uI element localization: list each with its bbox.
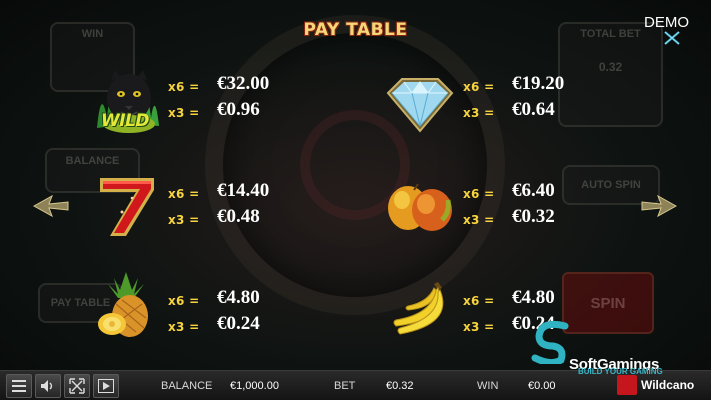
provider-name: Wildcano	[641, 378, 695, 392]
game-stage: WIN BALANCE PAY TABLE TOTAL BET 0.32 AUT…	[0, 0, 711, 372]
multiplier-label: x6 =	[463, 294, 495, 308]
multiplier-label: x3 =	[168, 320, 200, 334]
menu-button[interactable]	[6, 374, 32, 398]
payout-amount: €4.80	[512, 287, 555, 308]
seven-icon	[100, 178, 154, 236]
wild-text: WILD	[101, 111, 150, 131]
softgamings-swirl-icon	[531, 320, 569, 364]
close-icon[interactable]	[663, 31, 681, 45]
multiplier-label: x3 =	[168, 106, 200, 120]
bet-value: €0.32	[386, 380, 414, 392]
multiplier-label: x6 =	[168, 294, 200, 308]
fullscreen-icon	[69, 378, 85, 394]
win-value: €0.00	[528, 380, 556, 392]
balance-value: €1,000.00	[230, 380, 279, 392]
payout-amount: €0.24	[217, 313, 260, 334]
sound-button[interactable]	[35, 374, 61, 398]
diamond-icon	[386, 78, 454, 133]
payout-amount: €19.20	[512, 73, 565, 94]
multiplier-label: x6 =	[463, 80, 495, 94]
softgamings-logo: SoftGamings	[531, 320, 691, 372]
fullscreen-button[interactable]	[64, 374, 90, 398]
balance-label: BALANCE	[161, 380, 213, 392]
background-total-bet-value: 0.32	[598, 60, 623, 74]
pineapple-icon	[98, 272, 148, 337]
win-label: WIN	[477, 380, 499, 392]
payout-amount: €0.48	[217, 206, 260, 227]
hamburger-icon	[12, 380, 26, 392]
multiplier-label: x3 =	[463, 106, 495, 120]
video-button[interactable]	[93, 374, 119, 398]
multiplier-label: x3 =	[463, 213, 495, 227]
payout-amount: €6.40	[512, 180, 555, 201]
demo-label: DEMO	[644, 14, 689, 31]
arrow-right-icon[interactable]	[640, 193, 678, 219]
payout-amount: €14.40	[217, 180, 270, 201]
payout-amount: €4.80	[217, 287, 260, 308]
bet-label: BET	[334, 380, 356, 392]
mango-icon	[388, 183, 452, 231]
payout-amount: €32.00	[217, 73, 270, 94]
background-auto-spin-label: AUTO SPIN	[581, 179, 641, 191]
banana-icon	[393, 282, 444, 335]
background-spin-label: SPIN	[590, 294, 626, 312]
bottom-control-bar: BALANCE €1,000.00 BET €0.32 WIN €0.00 BU…	[0, 367, 711, 400]
multiplier-label: x6 =	[463, 187, 495, 201]
play-video-icon	[98, 379, 114, 393]
payout-amount: €0.64	[512, 99, 555, 120]
background-balance-label: BALANCE	[65, 155, 120, 167]
multiplier-label: x6 =	[168, 187, 200, 201]
payout-amount: €0.32	[512, 206, 555, 227]
pay-table-title: PAY TABLE	[303, 20, 408, 40]
arrow-left-icon[interactable]	[32, 193, 70, 219]
speaker-icon	[41, 380, 53, 392]
multiplier-label: x6 =	[168, 80, 200, 94]
multiplier-label: x3 =	[463, 320, 495, 334]
multiplier-label: x3 =	[168, 213, 200, 227]
wildcano-logo-icon	[617, 375, 637, 395]
payout-amount: €0.96	[217, 99, 260, 120]
